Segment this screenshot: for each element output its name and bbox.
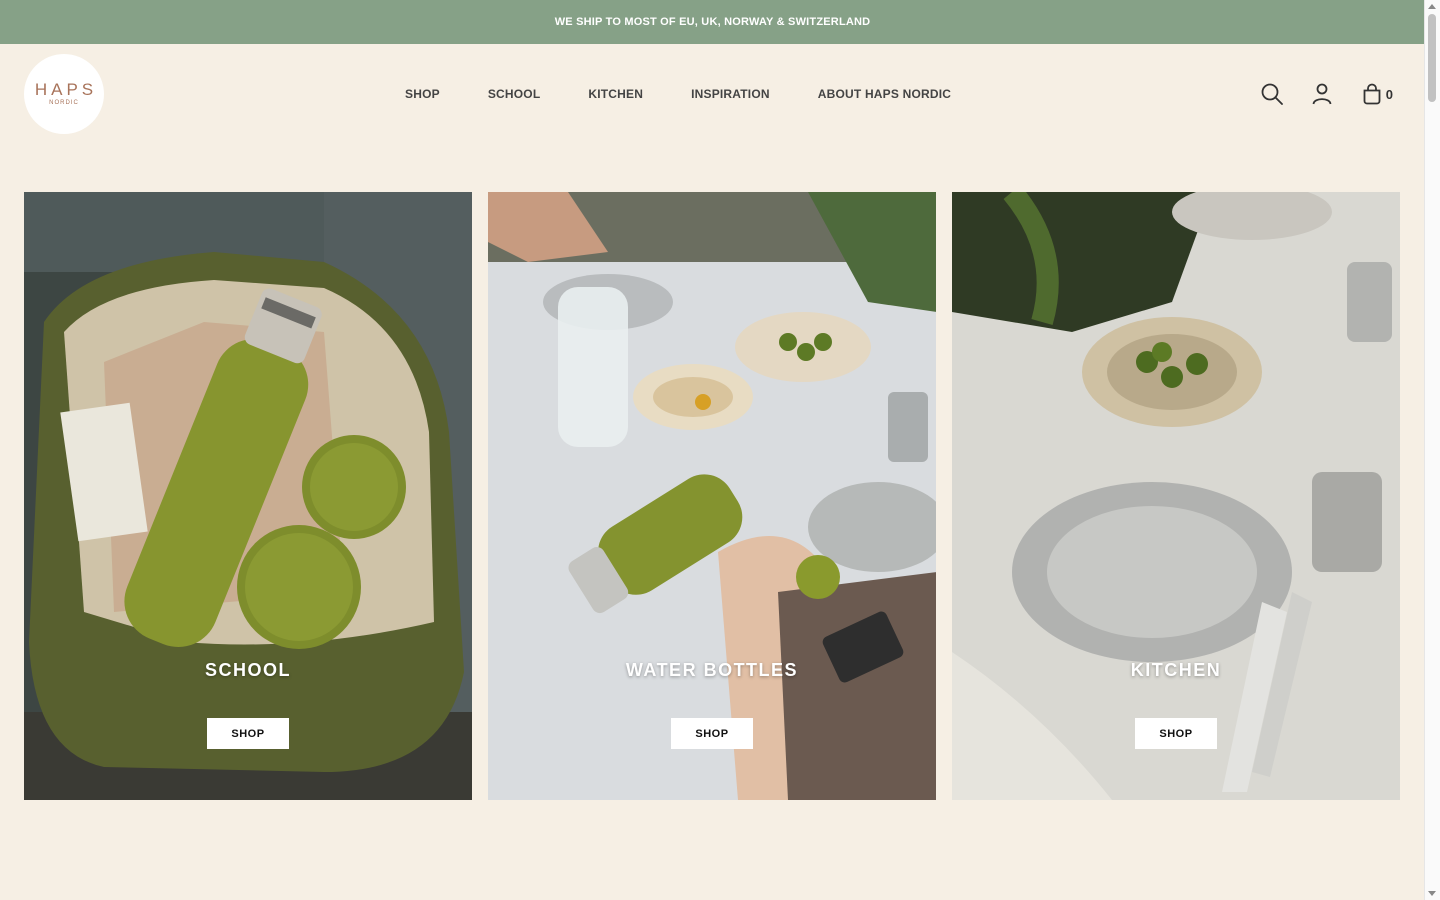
- main-nav: SHOP SCHOOL KITCHEN INSPIRATION ABOUT HA…: [405, 44, 951, 144]
- scroll-down-icon[interactable]: [1428, 891, 1436, 896]
- shop-kitchen-button[interactable]: SHOP: [1135, 718, 1217, 749]
- category-tiles: SCHOOL SHOP WATER BOTTLES SHOP KITCHEN S…: [24, 192, 1400, 800]
- logo-sub: NORDIC: [49, 100, 79, 106]
- scrollbar[interactable]: [1424, 0, 1440, 900]
- account-icon[interactable]: [1310, 82, 1334, 106]
- announcement-bar: WE SHIP TO MOST OF EU, UK, NORWAY & SWIT…: [0, 0, 1425, 44]
- scrollbar-thumb[interactable]: [1428, 14, 1436, 102]
- cart-button[interactable]: 0: [1360, 82, 1393, 106]
- nav-item-shop[interactable]: SHOP: [405, 87, 440, 101]
- tile-title: KITCHEN: [1130, 660, 1222, 680]
- kitchen-image: [952, 192, 1400, 800]
- nav-item-school[interactable]: SCHOOL: [488, 87, 541, 101]
- nav-item-about[interactable]: ABOUT HAPS NORDIC: [818, 87, 951, 101]
- search-icon[interactable]: [1260, 82, 1284, 106]
- nav-item-kitchen[interactable]: KITCHEN: [588, 87, 643, 101]
- site-header: HAPS NORDIC SHOP SCHOOL KITCHEN INSPIRAT…: [0, 44, 1425, 144]
- cart-count: 0: [1385, 86, 1393, 102]
- header-icons: 0: [1260, 44, 1393, 144]
- shop-water-bottles-button[interactable]: SHOP: [671, 718, 753, 749]
- tile-school[interactable]: SCHOOL SHOP: [24, 192, 472, 800]
- shop-school-button[interactable]: SHOP: [207, 718, 289, 749]
- cart-icon: [1360, 82, 1384, 106]
- water-bottles-image: [488, 192, 936, 800]
- school-image: [24, 192, 472, 800]
- tile-kitchen[interactable]: KITCHEN SHOP: [952, 192, 1400, 800]
- tile-water-bottles[interactable]: WATER BOTTLES SHOP: [488, 192, 936, 800]
- logo[interactable]: HAPS NORDIC: [24, 54, 104, 134]
- nav-item-inspiration[interactable]: INSPIRATION: [691, 87, 770, 101]
- tile-title: SCHOOL: [204, 660, 291, 680]
- logo-main: HAPS: [34, 80, 98, 99]
- announcement-text: WE SHIP TO MOST OF EU, UK, NORWAY & SWIT…: [554, 16, 871, 28]
- tile-title: WATER BOTTLES: [625, 660, 799, 680]
- scroll-up-icon[interactable]: [1428, 4, 1436, 9]
